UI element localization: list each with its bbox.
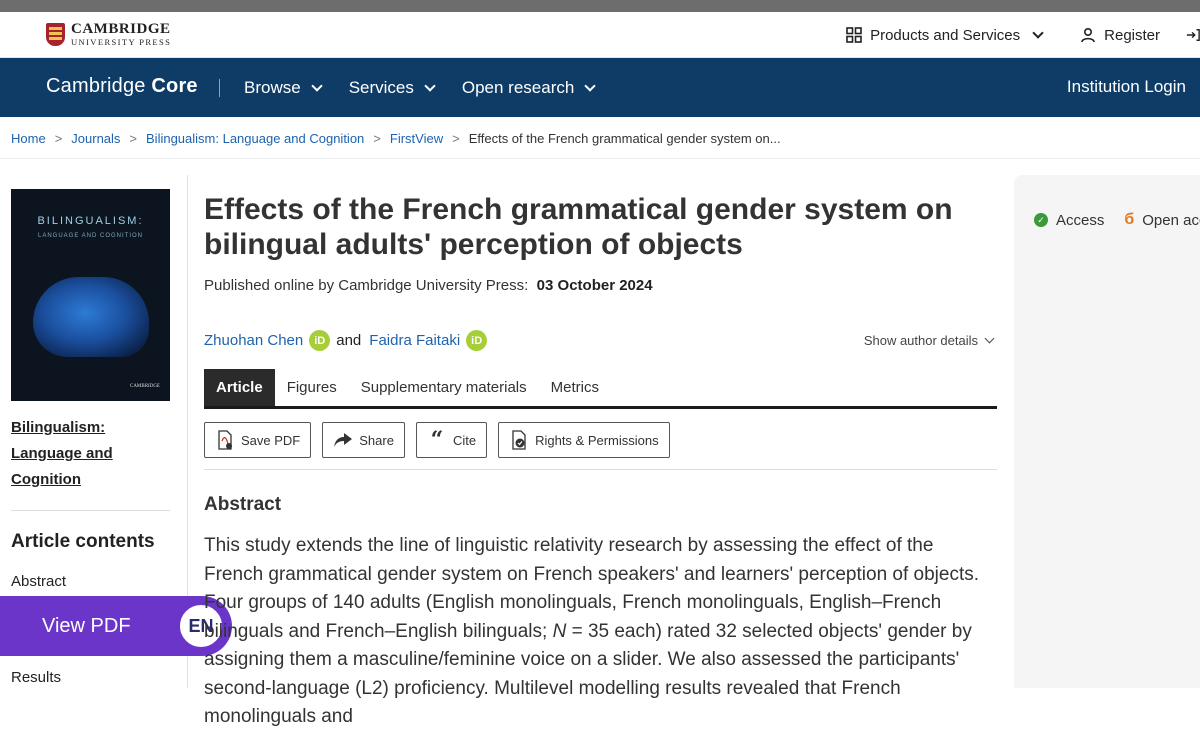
save-pdf-label: Save PDF [241, 432, 301, 448]
cite-button[interactable]: “ Cite [415, 422, 488, 458]
abstract-text: This study extends the line of linguisti… [204, 532, 997, 732]
access-label: Access [1056, 211, 1105, 229]
sidebar-divider [11, 510, 170, 511]
chevron-down-icon [1032, 27, 1044, 39]
tools-divider [204, 469, 997, 470]
show-author-details-label: Show author details [863, 333, 978, 348]
login-icon [1186, 29, 1200, 41]
cambridge-university-press-logo[interactable]: CAMBRIDGE UNIVERSITY PRESS [46, 22, 171, 47]
share-button[interactable]: Share [322, 422, 405, 458]
article-contents-heading: Article contents [11, 531, 155, 552]
journal-cover-image[interactable]: BILINGUALISM: LANGUAGE AND COGNITION CAM… [11, 189, 170, 401]
nav-services-label: Services [348, 77, 414, 97]
article-tabs: Article Figures Supplementary materials … [204, 369, 997, 409]
author-connector: and [336, 332, 362, 349]
brand-bold: Core [151, 75, 198, 97]
cite-label: Cite [452, 432, 477, 448]
journal-name-link[interactable]: Bilingualism: Language and Cognition [11, 415, 161, 493]
chevron-down-icon [984, 333, 995, 344]
nav-open-research-label: Open research [461, 77, 575, 97]
breadcrumb-separator: > [129, 131, 138, 146]
user-icon [1081, 27, 1095, 43]
view-pdf-button[interactable]: View PDF EN [0, 596, 232, 656]
top-bar: CAMBRIDGE UNIVERSITY PRESS Products and … [0, 12, 1200, 58]
cambridge-shield-icon [46, 22, 65, 46]
right-info-panel: ✓ Access б Open access [1014, 175, 1200, 688]
article-tools: Save PDF Share “ Cite Rights & Permissio… [204, 422, 670, 458]
nav-services[interactable]: Services [348, 77, 436, 98]
nav-browse-label: Browse [244, 77, 301, 97]
browser-top-strip [0, 0, 1200, 12]
tab-article[interactable]: Article [204, 369, 275, 406]
author-name[interactable]: Zhuohan Chen [204, 332, 303, 349]
abstract-heading: Abstract [204, 494, 282, 515]
brand-light: Cambridge [46, 75, 146, 97]
nav-separator [219, 79, 220, 97]
institution-login-link[interactable]: Institution Login [1067, 77, 1186, 97]
rights-and-permissions-button[interactable]: Rights & Permissions [498, 422, 670, 458]
nav-browse[interactable]: Browse [244, 77, 323, 98]
chevron-down-icon [584, 79, 596, 92]
orcid-icon[interactable]: iD [309, 330, 331, 351]
article-main: Effects of the French grammatical gender… [204, 192, 999, 727]
logo-line1: CAMBRIDGE [71, 21, 171, 37]
breadcrumb: Home > Journals > Bilingualism: Language… [11, 131, 781, 146]
main-navbar: Cambridge Core Browse Services Open rese… [0, 58, 1200, 117]
share-label: Share [359, 432, 394, 448]
open-access-label: Open access [1142, 211, 1200, 229]
show-author-details-toggle[interactable]: Show author details [863, 333, 995, 348]
abstract-n-symbol: N [552, 620, 567, 642]
breadcrumb-separator: > [373, 131, 381, 146]
breadcrumb-separator: > [54, 131, 63, 146]
published-line: Published online by Cambridge University… [204, 277, 999, 294]
contents-item-results[interactable]: Results [11, 669, 61, 686]
cover-title: BILINGUALISM: [37, 215, 144, 227]
breadcrumb-firstview[interactable]: FirstView [390, 131, 443, 146]
breadcrumb-separator: > [452, 131, 460, 146]
brain-illustration [33, 277, 149, 357]
rights-and-permissions-label: Rights & Permissions [535, 432, 659, 448]
breadcrumb-home[interactable]: Home [11, 131, 46, 146]
chevron-down-icon [424, 79, 436, 92]
breadcrumb-journal[interactable]: Bilingualism: Language and Cognition [146, 131, 364, 146]
permissions-icon [509, 430, 529, 450]
grid-icon [846, 27, 862, 43]
contents-item-abstract[interactable]: Abstract [11, 573, 66, 590]
share-icon [333, 430, 353, 450]
tab-supplementary-materials[interactable]: Supplementary materials [349, 369, 539, 406]
pdf-icon [215, 430, 235, 450]
check-icon: ✓ [1034, 213, 1048, 227]
save-pdf-button[interactable]: Save PDF [204, 422, 312, 458]
open-access-lock-icon: б [1124, 211, 1135, 228]
cover-publisher: CAMBRIDGE [129, 384, 160, 389]
tab-metrics[interactable]: Metrics [539, 369, 611, 406]
register-label: Register [1104, 26, 1160, 44]
article-title: Effects of the French grammatical gender… [204, 193, 953, 261]
register-link[interactable]: Register [1080, 27, 1160, 44]
cambridge-core-logo[interactable]: Cambridge Core [46, 75, 198, 98]
breadcrumb-divider [0, 158, 1200, 159]
access-status: ✓ Access б Open access [1034, 211, 1200, 229]
published-prefix: Published online by Cambridge University… [204, 277, 529, 294]
nav-open-research[interactable]: Open research [461, 77, 596, 98]
tab-figures[interactable]: Figures [275, 369, 349, 406]
author-list: Zhuohan Chen iD and Faidra Faitaki iD Sh… [204, 330, 997, 351]
breadcrumb-journals[interactable]: Journals [71, 131, 120, 146]
breadcrumb-current: Effects of the French grammatical gender… [468, 131, 781, 146]
view-pdf-label: View PDF [42, 615, 131, 637]
login-link[interactable] [1186, 27, 1200, 43]
chevron-down-icon [311, 79, 323, 92]
published-date: 03 October 2024 [536, 277, 653, 294]
author-name[interactable]: Faidra Faitaki [369, 332, 460, 349]
orcid-icon[interactable]: iD [466, 330, 488, 351]
products-and-services-label: Products and Services [870, 26, 1021, 44]
products-and-services-menu[interactable]: Products and Services [846, 26, 1044, 44]
cover-subtitle: LANGUAGE AND COGNITION [37, 233, 143, 239]
logo-line2: UNIVERSITY PRESS [71, 37, 172, 47]
quote-icon: “ [430, 427, 444, 453]
